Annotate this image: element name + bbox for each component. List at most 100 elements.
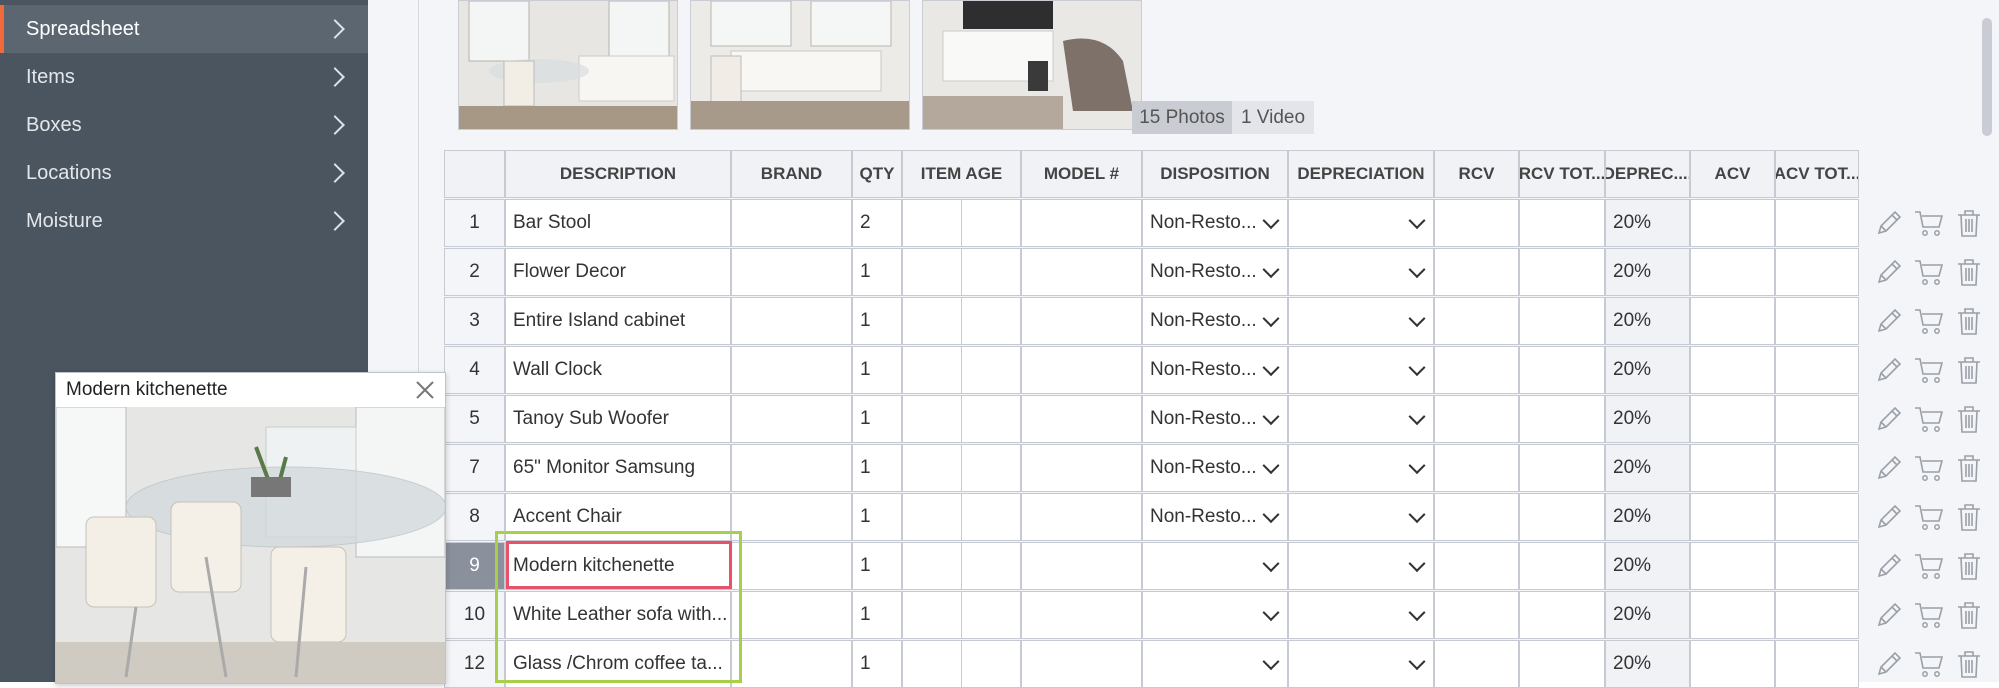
- cell-acv[interactable]: [1690, 640, 1775, 688]
- chevron-down-icon[interactable]: [1408, 261, 1426, 279]
- trash-icon[interactable]: [1953, 599, 1985, 631]
- photo-thumbnail-1[interactable]: [458, 0, 678, 130]
- chevron-down-icon[interactable]: [1408, 408, 1426, 426]
- trash-icon[interactable]: [1953, 550, 1985, 582]
- cell-description[interactable]: White Leather sofa with...: [505, 591, 731, 639]
- row-number[interactable]: 8: [444, 493, 505, 541]
- column-header-acv[interactable]: ACV: [1690, 150, 1775, 198]
- sidebar-item-moisture[interactable]: Moisture: [0, 197, 368, 245]
- cell-item-age[interactable]: [902, 591, 1021, 639]
- cell-description[interactable]: Glass /Chrom coffee ta...: [505, 640, 731, 688]
- chevron-down-icon[interactable]: [1262, 408, 1280, 426]
- cell-brand[interactable]: [731, 444, 852, 492]
- cell-description[interactable]: Wall Clock: [505, 346, 731, 394]
- column-header-acv-total[interactable]: ACV TOT...: [1775, 150, 1859, 198]
- pencil-icon[interactable]: [1873, 452, 1905, 484]
- pencil-icon[interactable]: [1873, 256, 1905, 288]
- cell-disposition[interactable]: Non-Resto...: [1142, 248, 1288, 296]
- chevron-down-icon[interactable]: [1262, 212, 1280, 230]
- row-number[interactable]: 10: [444, 591, 505, 639]
- cell-deprec[interactable]: 20%: [1605, 493, 1690, 541]
- row-number[interactable]: 7: [444, 444, 505, 492]
- cell-item-age[interactable]: [902, 346, 1021, 394]
- cell-model[interactable]: [1021, 248, 1142, 296]
- cell-qty[interactable]: 1: [852, 591, 902, 639]
- column-header-rcv[interactable]: RCV: [1434, 150, 1519, 198]
- cell-disposition[interactable]: [1142, 591, 1288, 639]
- cell-model[interactable]: [1021, 640, 1142, 688]
- cell-qty[interactable]: 1: [852, 444, 902, 492]
- cell-item-age[interactable]: [902, 493, 1021, 541]
- cell-rcv-total[interactable]: [1519, 640, 1605, 688]
- column-header-rcv-total[interactable]: RCV TOT...: [1519, 150, 1605, 198]
- cell-rcv-total[interactable]: [1519, 444, 1605, 492]
- cell-rcv[interactable]: [1434, 199, 1519, 247]
- cell-item-age[interactable]: [902, 248, 1021, 296]
- cell-deprec[interactable]: 20%: [1605, 199, 1690, 247]
- cart-icon[interactable]: [1913, 501, 1945, 533]
- chevron-down-icon[interactable]: [1408, 604, 1426, 622]
- cell-item-age[interactable]: [902, 444, 1021, 492]
- cell-qty[interactable]: 1: [852, 297, 902, 345]
- column-header-description[interactable]: DESCRIPTION: [505, 150, 731, 198]
- cell-deprec[interactable]: 20%: [1605, 640, 1690, 688]
- pencil-icon[interactable]: [1873, 599, 1905, 631]
- scrollbar[interactable]: [1982, 18, 1992, 136]
- cell-disposition[interactable]: Non-Resto...: [1142, 395, 1288, 443]
- cell-qty[interactable]: 1: [852, 395, 902, 443]
- cell-disposition[interactable]: Non-Resto...: [1142, 444, 1288, 492]
- row-number[interactable]: 5: [444, 395, 505, 443]
- chevron-down-icon[interactable]: [1408, 457, 1426, 475]
- cell-item-age[interactable]: [902, 542, 1021, 590]
- cell-depreciation[interactable]: [1288, 640, 1434, 688]
- chevron-down-icon[interactable]: [1262, 506, 1280, 524]
- pencil-icon[interactable]: [1873, 501, 1905, 533]
- cell-brand[interactable]: [731, 199, 852, 247]
- chevron-down-icon[interactable]: [1408, 310, 1426, 328]
- cart-icon[interactable]: [1913, 648, 1945, 680]
- cell-acv-total[interactable]: [1775, 591, 1859, 639]
- cell-deprec[interactable]: 20%: [1605, 591, 1690, 639]
- cell-brand[interactable]: [731, 542, 852, 590]
- video-count-badge[interactable]: 1 Video: [1232, 101, 1314, 134]
- cell-acv-total[interactable]: [1775, 297, 1859, 345]
- chevron-down-icon[interactable]: [1262, 310, 1280, 328]
- cell-qty[interactable]: 1: [852, 248, 902, 296]
- cart-icon[interactable]: [1913, 403, 1945, 435]
- row-number[interactable]: 3: [444, 297, 505, 345]
- trash-icon[interactable]: [1953, 452, 1985, 484]
- cart-icon[interactable]: [1913, 207, 1945, 239]
- pencil-icon[interactable]: [1873, 207, 1905, 239]
- close-icon[interactable]: [413, 378, 437, 402]
- cell-rcv[interactable]: [1434, 297, 1519, 345]
- cell-acv-total[interactable]: [1775, 493, 1859, 541]
- cell-deprec[interactable]: 20%: [1605, 297, 1690, 345]
- photo-thumbnail-3[interactable]: [922, 0, 1142, 130]
- cell-description[interactable]: Tanoy Sub Woofer: [505, 395, 731, 443]
- column-header-model[interactable]: MODEL #: [1021, 150, 1142, 198]
- trash-icon[interactable]: [1953, 256, 1985, 288]
- cell-rcv[interactable]: [1434, 395, 1519, 443]
- row-number[interactable]: 12: [444, 640, 505, 688]
- chevron-down-icon[interactable]: [1408, 653, 1426, 671]
- cell-brand[interactable]: [731, 493, 852, 541]
- cell-acv-total[interactable]: [1775, 395, 1859, 443]
- photos-count-badge[interactable]: 15 Photos: [1132, 101, 1232, 134]
- cell-model[interactable]: [1021, 346, 1142, 394]
- cell-rcv[interactable]: [1434, 542, 1519, 590]
- chevron-down-icon[interactable]: [1262, 653, 1280, 671]
- column-header-brand[interactable]: BRAND: [731, 150, 852, 198]
- cell-disposition[interactable]: [1142, 640, 1288, 688]
- cell-depreciation[interactable]: [1288, 542, 1434, 590]
- trash-icon[interactable]: [1953, 403, 1985, 435]
- cell-deprec[interactable]: 20%: [1605, 248, 1690, 296]
- cart-icon[interactable]: [1913, 452, 1945, 484]
- cart-icon[interactable]: [1913, 256, 1945, 288]
- cell-acv[interactable]: [1690, 248, 1775, 296]
- cart-icon[interactable]: [1913, 550, 1945, 582]
- cart-icon[interactable]: [1913, 599, 1945, 631]
- cell-disposition[interactable]: Non-Resto...: [1142, 346, 1288, 394]
- cell-model[interactable]: [1021, 542, 1142, 590]
- trash-icon[interactable]: [1953, 501, 1985, 533]
- trash-icon[interactable]: [1953, 354, 1985, 386]
